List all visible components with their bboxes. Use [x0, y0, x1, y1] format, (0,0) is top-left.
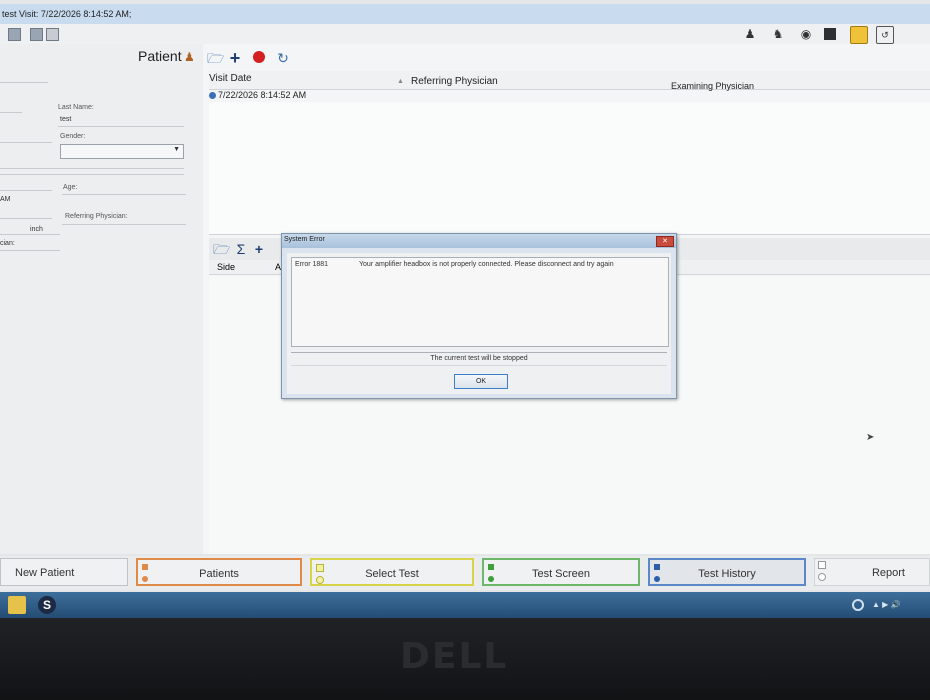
- error-message-box: Error 1881 Your amplifier headbox is not…: [291, 257, 669, 347]
- error-message: Your amplifier headbox is not properly c…: [359, 261, 614, 268]
- dialog-status: The current test will be stopped: [291, 352, 667, 366]
- chevron-down-icon: ▼: [173, 146, 180, 153]
- disk-icon[interactable]: ◉: [798, 26, 814, 42]
- screen: test Visit: 7/22/2026 8:14:52 AM; ♟ ♞ ◉ …: [0, 0, 930, 618]
- glasses-icon[interactable]: [46, 28, 59, 41]
- notes-icon[interactable]: [850, 26, 868, 44]
- status-square-icon: [818, 561, 826, 569]
- top-toolbar: ♟ ♞ ◉ ↺: [0, 24, 930, 44]
- divider: [0, 218, 52, 219]
- monitor-bezel: DELL: [0, 618, 930, 700]
- tab-select-test[interactable]: Select Test: [310, 558, 474, 586]
- side-header[interactable]: Side: [217, 262, 235, 272]
- divider: [62, 194, 186, 195]
- folder-icon[interactable]: 🗁: [213, 241, 230, 257]
- tab-report[interactable]: Report: [814, 558, 930, 586]
- refresh-icon[interactable]: ↻: [275, 50, 291, 66]
- visit-date: 7/22/2026 8:14:52 AM: [218, 90, 307, 100]
- workflow-tabs: New Patient Patients Select Test Test Sc…: [0, 556, 930, 590]
- tab-test-history-label: Test History: [698, 568, 756, 580]
- status-dot-icon: [654, 576, 660, 582]
- visit-date-header[interactable]: Visit Date: [209, 73, 252, 84]
- divider: [0, 174, 184, 175]
- patient-icon: ♟: [184, 50, 195, 64]
- system-tray-icon[interactable]: ▲ ▶ 🔊: [872, 596, 912, 614]
- divider: [0, 112, 22, 113]
- add-icon[interactable]: +: [251, 241, 267, 257]
- examining-physician-header[interactable]: Examining Physician: [671, 81, 754, 91]
- tab-select-test-label: Select Test: [365, 568, 419, 580]
- visit-status-icon: [209, 92, 216, 100]
- visit-row[interactable]: 7/22/2026 8:14:52 AM: [209, 90, 306, 100]
- divider: [0, 168, 184, 169]
- export-icon[interactable]: ↺: [876, 26, 894, 44]
- status-square-icon: [654, 564, 660, 570]
- folder-icon[interactable]: 🗁: [207, 50, 224, 66]
- visit-table-body: [209, 102, 930, 235]
- tab-patients[interactable]: Patients: [136, 558, 302, 586]
- tab-test-screen-label: Test Screen: [531, 568, 591, 580]
- ok-button[interactable]: OK: [454, 374, 508, 389]
- window-title: test Visit: 7/22/2026 8:14:52 AM;: [2, 9, 132, 19]
- taskbar: S ▲ ▶ 🔊: [0, 592, 930, 618]
- status-square-icon: [488, 564, 494, 570]
- status-dot-icon: [818, 573, 826, 581]
- tab-new-patient[interactable]: New Patient: [0, 558, 128, 586]
- gender-label: Gender:: [60, 133, 86, 140]
- monitor-icon[interactable]: [824, 28, 836, 40]
- mouse-cursor-icon: ➤: [866, 432, 875, 443]
- inch-label: inch: [30, 226, 43, 233]
- divider: [58, 126, 184, 127]
- system-error-dialog: System Error ✕ Error 1881 Your amplifier…: [281, 233, 677, 399]
- add-icon[interactable]: +: [227, 49, 243, 67]
- app-icon[interactable]: S: [38, 596, 56, 614]
- tab-report-label: Report: [871, 567, 905, 579]
- patient-panel: Patient ♟ Last Name: test Gender: ▼ Age:…: [0, 44, 215, 554]
- status-square-icon: [316, 564, 324, 572]
- divider: [0, 142, 52, 143]
- am-fragment: AM: [0, 196, 11, 203]
- divider: [0, 190, 52, 191]
- dialog-titlebar: System Error ✕: [282, 234, 676, 248]
- divider: [0, 250, 60, 251]
- brand-logo: DELL: [400, 636, 509, 677]
- divider: [0, 234, 60, 235]
- patients-icon[interactable]: ♞: [770, 26, 786, 42]
- sigma-icon[interactable]: Σ: [233, 241, 249, 257]
- last-name-label: Last Name:: [58, 104, 94, 111]
- patient-panel-title: Patient: [138, 48, 182, 64]
- dialog-body: Error 1881 Your amplifier headbox is not…: [287, 253, 671, 394]
- visit-table-header: Visit Date ▲ Referring Physician Examini…: [209, 71, 930, 91]
- age-label: Age:: [63, 184, 78, 191]
- status-square-icon: [142, 564, 148, 570]
- add-user-icon[interactable]: ♟: [742, 26, 758, 42]
- tab-test-screen[interactable]: Test Screen: [482, 558, 640, 586]
- dialog-title: System Error: [284, 236, 325, 243]
- help-icon[interactable]: [852, 599, 864, 611]
- error-code: Error 1881: [295, 261, 329, 268]
- tab-patients-label: Patients: [199, 568, 239, 580]
- status-dot-icon: [488, 576, 494, 582]
- status-dot-icon: [142, 576, 148, 582]
- status-dot-icon: [316, 576, 324, 584]
- record-icon[interactable]: [251, 50, 267, 66]
- close-icon[interactable]: ✕: [656, 236, 674, 247]
- print-icon[interactable]: [8, 28, 21, 41]
- settings-icon[interactable]: [30, 28, 43, 41]
- sort-ascending-icon: ▲: [397, 78, 404, 85]
- title-bar: test Visit: 7/22/2026 8:14:52 AM;: [0, 4, 930, 25]
- divider: [0, 82, 48, 83]
- divider: [62, 224, 186, 225]
- cian-fragment: cian:: [0, 240, 15, 247]
- file-explorer-icon[interactable]: [8, 596, 26, 614]
- referring-physician-label: Referring Physician:: [65, 213, 128, 220]
- referring-physician-header[interactable]: Referring Physician: [411, 76, 498, 87]
- tab-test-history[interactable]: Test History: [648, 558, 806, 586]
- last-name-value[interactable]: test: [60, 116, 71, 123]
- gender-select[interactable]: ▼: [60, 144, 184, 159]
